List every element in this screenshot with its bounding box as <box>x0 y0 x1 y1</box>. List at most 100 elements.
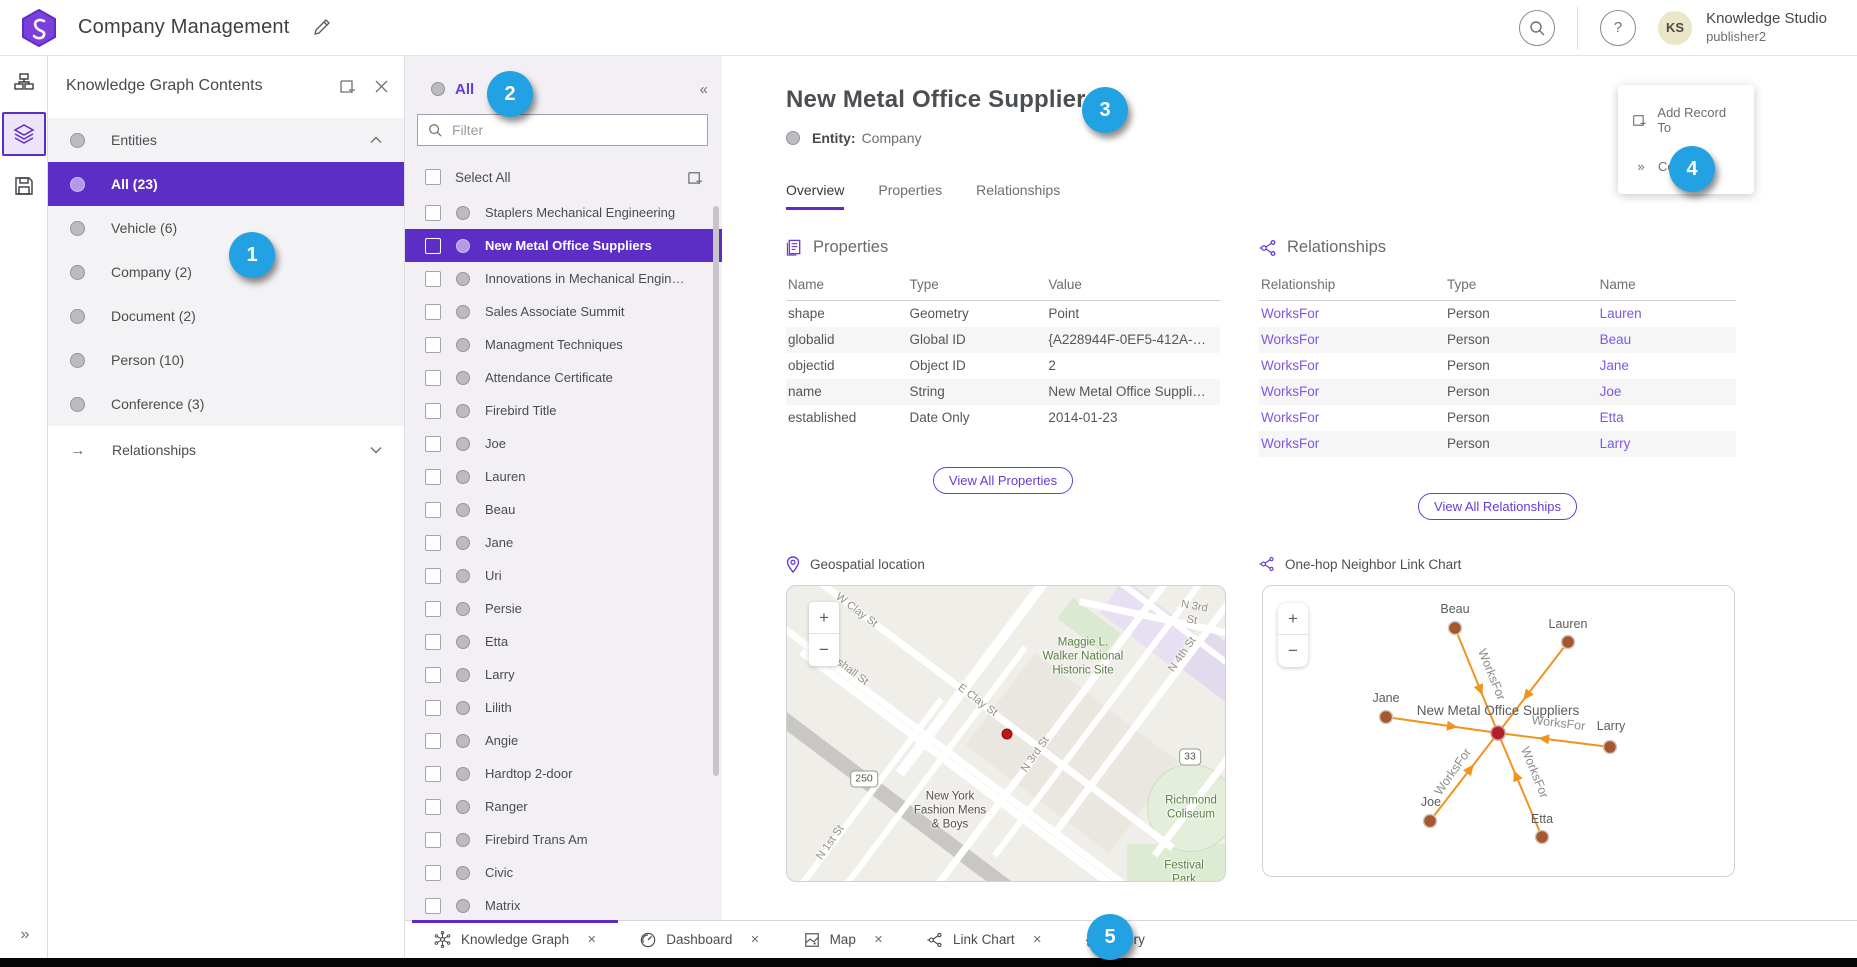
close-tab-icon[interactable]: ✕ <box>1033 933 1042 946</box>
list-item[interactable]: Ranger <box>405 790 722 823</box>
geospatial-map[interactable]: W Clay StW Marshall StE Clay StN 3rd StN… <box>786 585 1226 882</box>
add-to-panel-icon[interactable] <box>339 77 357 95</box>
zoom-in-button[interactable]: + <box>1278 603 1308 635</box>
close-tab-icon[interactable]: ✕ <box>750 933 759 946</box>
tab-relationships[interactable]: Relationships <box>976 182 1060 210</box>
item-checkbox[interactable] <box>425 502 441 518</box>
cell-link[interactable]: Jane <box>1598 353 1736 379</box>
link-chart-node[interactable] <box>1604 740 1617 753</box>
scrollbar[interactable] <box>713 206 719 776</box>
item-checkbox[interactable] <box>425 898 441 914</box>
list-item[interactable]: Innovations in Mechanical Engin… <box>405 262 722 295</box>
rail-item-save[interactable] <box>0 160 48 212</box>
one-hop-link-chart[interactable]: WorksForWorksForWorksForWorksForBeauLaur… <box>1262 585 1735 877</box>
item-checkbox[interactable] <box>425 832 441 848</box>
item-checkbox[interactable] <box>425 337 441 353</box>
cell-link[interactable]: Joe <box>1598 379 1736 405</box>
item-checkbox[interactable] <box>425 799 441 815</box>
close-panel-icon[interactable] <box>375 80 388 93</box>
account-info[interactable]: Knowledge Studio publisher2 <box>1706 10 1827 45</box>
filter-input[interactable] <box>452 122 697 138</box>
list-item[interactable]: Sales Associate Summit <box>405 295 722 328</box>
list-item[interactable]: Staplers Mechanical Engineering <box>405 196 722 229</box>
rail-item-contents[interactable] <box>2 112 46 156</box>
zoom-out-button[interactable]: − <box>1278 635 1308 667</box>
link-chart-node[interactable] <box>1424 814 1437 827</box>
select-all-checkbox[interactable] <box>425 169 441 185</box>
search-button[interactable] <box>1519 10 1555 46</box>
close-tab-icon[interactable]: ✕ <box>874 933 883 946</box>
entity-type-row[interactable]: Conference (3) <box>48 382 404 426</box>
list-item[interactable]: Lilith <box>405 691 722 724</box>
cell-link[interactable]: WorksFor <box>1259 353 1445 379</box>
tab-properties[interactable]: Properties <box>878 182 942 210</box>
rail-item-schema[interactable] <box>0 56 48 108</box>
cell-link[interactable]: Beau <box>1598 327 1736 353</box>
entity-type-row[interactable]: Document (2) <box>48 294 404 338</box>
list-item[interactable]: Firebird Title <box>405 394 722 427</box>
cell-link[interactable]: WorksFor <box>1259 405 1445 431</box>
chevron-up-icon[interactable] <box>370 136 382 144</box>
filter-field[interactable] <box>417 114 708 146</box>
item-checkbox[interactable] <box>425 634 441 650</box>
list-item[interactable]: Jane <box>405 526 722 559</box>
cell-link[interactable]: Etta <box>1598 405 1736 431</box>
tab-overview[interactable]: Overview <box>786 182 844 210</box>
list-item[interactable]: Beau <box>405 493 722 526</box>
link-chart-node[interactable] <box>1562 635 1575 648</box>
cell-link[interactable]: WorksFor <box>1259 327 1445 353</box>
item-checkbox[interactable] <box>425 667 441 683</box>
item-checkbox[interactable] <box>425 205 441 221</box>
item-checkbox[interactable] <box>425 733 441 749</box>
list-item[interactable]: Angie <box>405 724 722 757</box>
help-button[interactable]: ? <box>1600 10 1636 46</box>
bottom-tab-link-chart[interactable]: Link Chart✕ <box>905 921 1064 958</box>
list-item[interactable]: Managment Techniques <box>405 328 722 361</box>
entity-type-row[interactable]: Vehicle (6) <box>48 206 404 250</box>
link-chart-center-node[interactable] <box>1491 726 1505 740</box>
zoom-in-button[interactable]: + <box>809 602 839 634</box>
list-item[interactable]: Joe <box>405 427 722 460</box>
bottom-tab-map[interactable]: Map✕ <box>782 921 905 958</box>
entities-header-row[interactable]: Entities <box>48 118 404 162</box>
menu-item-add-record-to[interactable]: Add Record To <box>1618 93 1754 147</box>
bottom-tab-knowledge-graph[interactable]: Knowledge Graph✕ <box>412 921 618 958</box>
add-record-icon[interactable] <box>687 169 704 186</box>
edit-title-icon[interactable] <box>312 19 330 37</box>
close-tab-icon[interactable]: ✕ <box>587 933 596 946</box>
entity-type-row[interactable]: Person (10) <box>48 338 404 382</box>
list-item[interactable]: Hardtop 2-door <box>405 757 722 790</box>
list-item[interactable]: Matrix <box>405 889 722 920</box>
collapse-panel-icon[interactable]: « <box>700 81 706 98</box>
item-checkbox[interactable] <box>425 370 441 386</box>
item-checkbox[interactable] <box>425 601 441 617</box>
cell-link[interactable]: Larry <box>1598 431 1736 457</box>
link-chart-node[interactable] <box>1449 621 1462 634</box>
list-item[interactable]: Attendance Certificate <box>405 361 722 394</box>
cell-link[interactable]: Lauren <box>1598 301 1736 327</box>
list-item[interactable]: Civic <box>405 856 722 889</box>
item-checkbox[interactable] <box>425 469 441 485</box>
zoom-out-button[interactable]: − <box>809 634 839 666</box>
link-chart-node[interactable] <box>1380 710 1393 723</box>
item-checkbox[interactable] <box>425 436 441 452</box>
list-item[interactable]: Uri <box>405 559 722 592</box>
item-checkbox[interactable] <box>425 304 441 320</box>
item-checkbox[interactable] <box>425 766 441 782</box>
item-checkbox[interactable] <box>425 700 441 716</box>
entity-type-row[interactable]: All (23) <box>48 162 404 206</box>
expand-rail-icon[interactable]: » <box>0 926 48 944</box>
item-checkbox[interactable] <box>425 403 441 419</box>
cell-link[interactable]: WorksFor <box>1259 301 1445 327</box>
list-item[interactable]: Firebird Trans Am <box>405 823 722 856</box>
list-item[interactable]: Larry <box>405 658 722 691</box>
cell-link[interactable]: WorksFor <box>1259 379 1445 405</box>
item-checkbox[interactable] <box>425 865 441 881</box>
list-item[interactable]: Persie <box>405 592 722 625</box>
chevron-down-icon[interactable] <box>370 446 382 454</box>
item-checkbox[interactable] <box>425 535 441 551</box>
item-checkbox[interactable] <box>425 271 441 287</box>
item-checkbox[interactable] <box>425 238 441 254</box>
link-chart-node[interactable] <box>1536 830 1549 843</box>
relationships-header-row[interactable]: → Relationships <box>48 426 404 474</box>
